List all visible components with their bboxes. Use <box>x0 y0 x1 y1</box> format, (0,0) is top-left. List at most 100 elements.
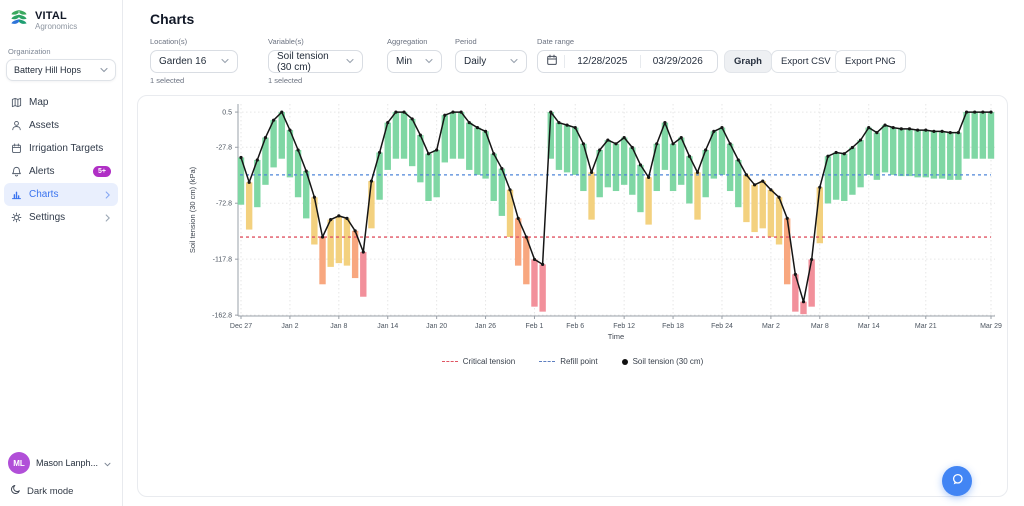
svg-text:Jan 14: Jan 14 <box>377 323 398 330</box>
sidebar-bottom: ML Mason Lanph... Dark mode <box>0 441 122 506</box>
sidebar-item-label: Irrigation Targets <box>29 143 104 154</box>
aggregation-value: Min <box>396 56 413 67</box>
calendar-icon[interactable] <box>546 54 558 69</box>
bar-chart-icon <box>11 189 22 200</box>
period-filter: Period Daily <box>455 37 527 73</box>
svg-text:Mar 21: Mar 21 <box>915 323 937 330</box>
location-select[interactable]: Garden 16 <box>150 50 238 73</box>
svg-text:Jan 8: Jan 8 <box>330 323 347 330</box>
svg-text:Feb 1: Feb 1 <box>526 323 544 330</box>
svg-text:-27.8: -27.8 <box>216 145 232 152</box>
chart-card: 0.5 -27.8 -72.8 -117.8 -162.8 Dec 27 Jan 2 Jan … <box>137 95 1008 497</box>
sidebar-item-label: Charts <box>29 189 59 200</box>
legend-label: Critical tension <box>462 357 516 366</box>
aggregation-filter: Aggregation Min <box>387 37 442 73</box>
svg-text:Mar 2: Mar 2 <box>762 323 780 330</box>
chevron-down-icon <box>221 56 229 67</box>
export-csv-button[interactable]: Export CSV <box>771 50 841 73</box>
vital-logo-icon <box>9 8 29 33</box>
svg-text:-72.8: -72.8 <box>216 201 232 208</box>
organization-selected: Battery Hill Hops <box>14 65 82 75</box>
sidebar-item-label: Settings <box>29 212 66 223</box>
calendar-icon <box>11 143 22 154</box>
svg-text:Mar 8: Mar 8 <box>811 323 829 330</box>
svg-text:Jan 2: Jan 2 <box>281 323 298 330</box>
user-menu[interactable]: ML Mason Lanph... <box>8 447 114 481</box>
chevron-down-icon <box>100 65 108 75</box>
svg-text:Soil tension (30 cm) (kPa): Soil tension (30 cm) (kPa) <box>188 166 197 253</box>
sidebar-item-settings[interactable]: Settings <box>4 206 118 229</box>
variable-value: Soil tension (30 cm) <box>277 50 329 73</box>
date-range-control: 12/28/2025 03/29/2026 <box>537 50 718 73</box>
chevron-down-icon <box>346 56 354 67</box>
legend-label: Refill point <box>560 357 598 366</box>
sidebar-item-assets[interactable]: Assets <box>4 114 118 137</box>
location-filter: Location(s) Garden 16 1 selected <box>150 37 238 85</box>
gear-icon <box>11 212 22 223</box>
chart-legend: Critical tension Refill point Soil tensi… <box>138 357 1007 366</box>
svg-text:-162.8: -162.8 <box>212 313 232 320</box>
dark-mode-toggle[interactable]: Dark mode <box>8 481 114 498</box>
variable-filter: Variable(s) Soil tension (30 cm) 1 selec… <box>268 37 363 85</box>
sidebar-item-alerts[interactable]: Alerts 5+ <box>4 160 118 183</box>
legend-refill-point[interactable]: Refill point <box>539 357 598 366</box>
chat-fab-button[interactable] <box>942 466 972 496</box>
legend-label: Soil tension (30 cm) <box>632 357 704 366</box>
date-end-input[interactable]: 03/29/2026 <box>647 56 710 67</box>
legend-critical-tension[interactable]: Critical tension <box>441 357 516 366</box>
svg-text:Feb 12: Feb 12 <box>613 323 635 330</box>
svg-text:Feb 6: Feb 6 <box>566 323 584 330</box>
svg-text:Feb 18: Feb 18 <box>662 323 684 330</box>
svg-text:Feb 24: Feb 24 <box>711 323 733 330</box>
sidebar: VITAL Agronomics Organization Battery Hi… <box>0 0 123 506</box>
location-value: Garden 16 <box>159 56 207 67</box>
sidebar-item-map[interactable]: Map <box>4 91 118 114</box>
sidebar-item-label: Alerts <box>29 166 55 177</box>
period-label: Period <box>455 37 477 46</box>
date-range-label: Date range <box>537 37 575 46</box>
chevron-down-icon <box>425 56 433 67</box>
alerts-count-badge: 5+ <box>93 166 111 177</box>
svg-text:Time: Time <box>608 332 624 341</box>
sidebar-item-irrigation-targets[interactable]: Irrigation Targets <box>4 137 118 160</box>
svg-text:0.5: 0.5 <box>222 109 232 116</box>
variable-select[interactable]: Soil tension (30 cm) <box>268 50 363 73</box>
red-dash-swatch <box>441 361 458 362</box>
date-range-filter: Date range 12/28/2025 03/29/2026 <box>537 37 718 73</box>
soil-tension-chart: 0.5 -27.8 -72.8 -117.8 -162.8 Dec 27 Jan 2 Jan … <box>188 104 1002 341</box>
user-name: Mason Lanph... <box>36 458 99 468</box>
chevron-right-icon <box>105 190 111 199</box>
variable-selected-count: 1 selected <box>268 76 303 85</box>
chevron-down-icon <box>104 454 111 472</box>
chevron-down-icon <box>510 56 518 67</box>
svg-text:-117.8: -117.8 <box>213 257 232 264</box>
export-png-button[interactable]: Export PNG <box>835 50 906 73</box>
black-dot-swatch <box>621 358 628 365</box>
svg-text:Mar 29: Mar 29 <box>980 323 1002 330</box>
organization-select[interactable]: Battery Hill Hops <box>6 59 116 81</box>
blue-dash-swatch <box>539 361 556 362</box>
chevron-right-icon <box>105 213 111 222</box>
divider <box>564 55 565 68</box>
user-icon <box>11 120 22 131</box>
location-selected-count: 1 selected <box>150 76 185 85</box>
date-start-input[interactable]: 12/28/2025 <box>571 56 634 67</box>
main-content: Charts Location(s) Garden 16 1 selected … <box>124 0 1024 506</box>
avatar: ML <box>8 452 30 474</box>
aggregation-select[interactable]: Min <box>387 50 442 73</box>
graph-button[interactable]: Graph <box>724 50 772 73</box>
svg-text:Dec 27: Dec 27 <box>230 323 252 330</box>
svg-text:Mar 14: Mar 14 <box>858 323 880 330</box>
brand: VITAL Agronomics <box>0 0 122 37</box>
aggregation-label: Aggregation <box>387 37 428 46</box>
sidebar-item-label: Map <box>29 97 49 108</box>
period-select[interactable]: Daily <box>455 50 527 73</box>
sidebar-item-charts[interactable]: Charts <box>4 183 118 206</box>
dark-mode-label: Dark mode <box>27 485 74 497</box>
bell-icon <box>11 166 22 177</box>
map-icon <box>11 97 22 108</box>
svg-text:Jan 26: Jan 26 <box>475 323 496 330</box>
moon-icon <box>10 484 21 498</box>
legend-soil-tension[interactable]: Soil tension (30 cm) <box>621 357 704 366</box>
sidebar-item-label: Assets <box>29 120 60 131</box>
